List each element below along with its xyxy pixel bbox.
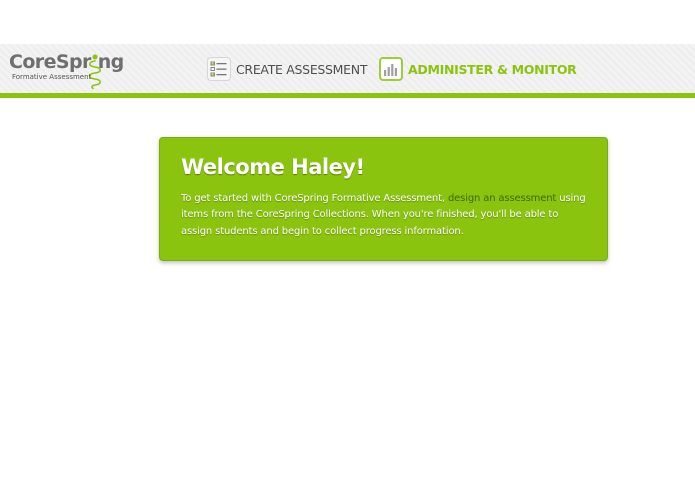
nav-admin-label: ADMINISTER & MONITOR bbox=[408, 61, 577, 77]
corespring-logo[interactable]: CoreSpr ng Formative Assessment bbox=[9, 50, 124, 90]
nav-create-label: CREATE ASSESSMENT bbox=[236, 61, 368, 77]
welcome-title: Welcome Haley! bbox=[181, 155, 365, 179]
header-accent-stripe bbox=[0, 93, 695, 98]
welcome-text-before: To get started with CoreSpring Formative… bbox=[181, 193, 445, 204]
design-assessment-link[interactable]: design an assessment bbox=[448, 193, 556, 204]
logo-wordmark: CoreSpr ng bbox=[9, 51, 124, 73]
checklist-icon bbox=[207, 57, 231, 81]
logo-tagline: Formative Assessment bbox=[12, 73, 92, 81]
bar-chart-icon bbox=[379, 57, 403, 81]
nav-administer-monitor[interactable]: ADMINISTER & MONITOR bbox=[379, 55, 577, 83]
nav-create-assessment[interactable]: CREATE ASSESSMENT bbox=[207, 55, 367, 83]
welcome-message: To get started with CoreSpring Formative… bbox=[181, 191, 591, 240]
spring-icon bbox=[88, 54, 102, 90]
welcome-panel: Welcome Haley! To get started with CoreS… bbox=[159, 137, 608, 261]
